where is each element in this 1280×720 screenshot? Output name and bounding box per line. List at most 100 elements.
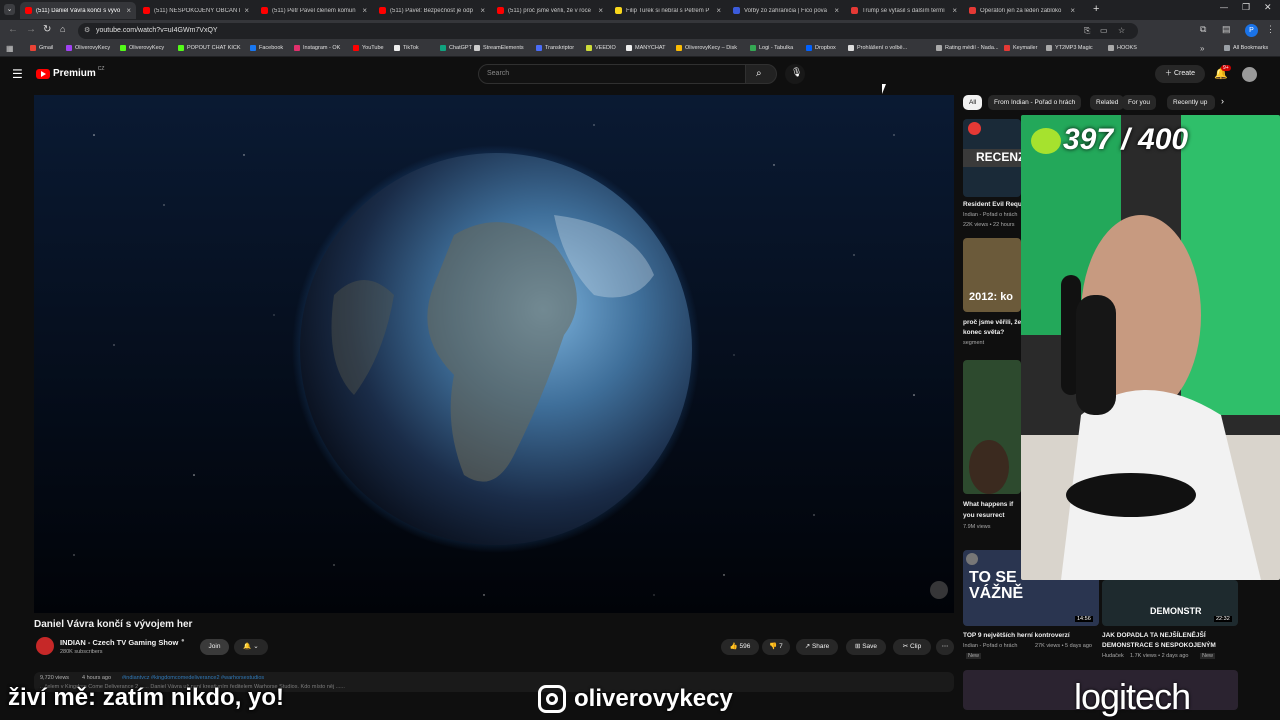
dislike-button[interactable]: 👎 7 [762, 639, 790, 655]
tab-close-icon[interactable]: × [834, 6, 839, 15]
browser-tab[interactable]: (511) Pavel: Bezpečnost je odp × [374, 2, 490, 19]
create-button[interactable]: ＋ Create [1155, 65, 1205, 83]
new-tab-button[interactable]: + [1093, 3, 1099, 15]
filter-chip[interactable]: Recently up [1167, 95, 1215, 110]
like-button[interactable]: 👍 596 [721, 639, 759, 655]
bookmark-item[interactable]: ChatGPT [440, 45, 472, 51]
bookmark-item[interactable]: VEEDIO [586, 45, 616, 51]
bookmark-star-icon[interactable]: ☆ [1118, 23, 1125, 39]
recommendation-thumb-1[interactable]: RECENZ [963, 119, 1021, 197]
video-player[interactable] [34, 95, 954, 613]
recommendation-title-1[interactable]: Resident Evil Requ [963, 201, 1022, 208]
recommendation-thumb-2[interactable]: 2012: ko [963, 238, 1021, 312]
browser-tab[interactable]: (511) Daniel Vávra končí s vývo × [20, 2, 136, 19]
bookmark-item[interactable]: Facebook [250, 45, 283, 51]
bookmark-item[interactable]: POPOUT CHAT KICK [178, 45, 240, 51]
close-window-button[interactable]: ✕ [1264, 2, 1272, 13]
filter-chip[interactable]: Related [1090, 95, 1125, 110]
bookmark-item[interactable]: Instagram - OK [294, 45, 340, 51]
browser-tab[interactable]: (511) Petr Pavel členem komun × [256, 2, 372, 19]
tab-title: (511) NESPOKOJENÝ OBČAN D [154, 7, 241, 14]
channel-watermark-icon[interactable] [930, 581, 948, 599]
bookmark-item[interactable]: Logi - Tabulka [750, 45, 793, 51]
menu-kebab-icon[interactable]: ⋮ [1266, 24, 1275, 35]
bookmark-label: Logi - Tabulka [759, 45, 794, 51]
tab-close-icon[interactable]: × [598, 6, 603, 15]
bookmark-item[interactable]: Dropbox [806, 45, 836, 51]
translate-icon[interactable]: ⎘ [1084, 23, 1090, 39]
browser-tab[interactable]: (511) proč jsme věřili, že v roce × [492, 2, 608, 19]
channel-name[interactable]: INDIAN - Czech TV Gaming Show [60, 638, 178, 647]
profile-avatar[interactable]: P [1245, 24, 1258, 37]
recommendation-thumb-3[interactable] [963, 360, 1021, 494]
back-icon[interactable]: ← [8, 24, 18, 35]
tab-close-icon[interactable]: × [716, 6, 721, 15]
minimize-button[interactable]: — [1220, 3, 1228, 12]
maximize-button[interactable]: ❐ [1242, 2, 1250, 13]
search-input[interactable]: Search [478, 64, 746, 84]
youtube-logo[interactable]: Premium CZ [36, 66, 104, 79]
home-icon[interactable]: ⌂ [60, 24, 65, 34]
reload-icon[interactable]: ↻ [43, 24, 51, 35]
recommendation-title-2[interactable]: proč jsme věřili, že [963, 319, 1021, 326]
bookmarks-overflow-icon[interactable]: » [1200, 44, 1204, 53]
tab-search-button[interactable]: ⌄ [4, 4, 15, 15]
subscribe-bell-button[interactable]: 🔔 ⌄ [234, 639, 268, 655]
filter-chip[interactable]: All [963, 95, 983, 110]
recommendation-title-3[interactable]: What happens if [963, 501, 1013, 508]
tab-close-icon[interactable]: × [362, 6, 367, 15]
hamburger-menu-icon[interactable]: ☰ [12, 67, 23, 81]
join-button[interactable]: Join [200, 639, 229, 655]
extensions-icon[interactable]: ⧉ [1200, 24, 1206, 35]
bookmark-item[interactable]: StreamElements [474, 45, 524, 51]
filter-chip[interactable]: For you [1122, 95, 1157, 110]
browser-toolbar: ← → ↻ ⌂ ⚙ youtube.com/watch?v=uI4GWm7VxQ… [0, 20, 1280, 43]
bookmark-item[interactable]: Prohlášení o volbě... [848, 45, 907, 51]
bookmark-item[interactable]: Keymailer [1004, 45, 1037, 51]
share-button[interactable]: ↗ Share [796, 639, 838, 655]
browser-tab[interactable]: (511) NESPOKOJENÝ OBČAN D × [138, 2, 254, 19]
bookmark-item[interactable]: OliverovyKecy – Disk [676, 45, 737, 51]
more-actions-button[interactable]: ⋯ [936, 639, 954, 655]
search-button[interactable]: ⌕ [745, 64, 777, 84]
cast-icon[interactable]: ▭ [1100, 23, 1108, 39]
all-bookmarks-folder[interactable]: All Bookmarks [1224, 45, 1268, 51]
bookmark-item[interactable]: YT2MP3 Magic [1046, 45, 1093, 51]
bookmark-item[interactable]: OliverovyKecy [66, 45, 110, 51]
browser-tab[interactable]: Trump se vytasil s dalším termí × [846, 2, 962, 19]
site-info-icon[interactable]: ⚙ [84, 23, 90, 39]
bookmark-item[interactable]: YouTube [353, 45, 384, 51]
browser-tab[interactable]: Filip Turek si nebral s Petrem P × [610, 2, 726, 19]
voice-search-button[interactable]: 🎙 [785, 64, 805, 84]
filter-chip[interactable]: From Indian - Pořad o hrách [988, 95, 1082, 110]
channel-avatar[interactable] [36, 637, 54, 655]
sidepanel-icon[interactable]: ▤ [1222, 24, 1231, 35]
recommendation-title-5[interactable]: JAK DOPADLA TA NEJŠÍLENĚJŠÍ [1102, 632, 1206, 639]
bookmark-item[interactable]: Rating médií - Nada... [936, 45, 999, 51]
bookmark-item[interactable]: TikTok [394, 45, 419, 51]
tab-title: Filip Turek si nebral s Petrem P [626, 7, 710, 14]
tab-close-icon[interactable]: × [244, 6, 249, 15]
tab-close-icon[interactable]: × [952, 6, 957, 15]
recommendation-title-4[interactable]: TOP 9 největších herní kontroverzí [963, 632, 1070, 639]
bookmark-item[interactable]: Gmail [30, 45, 53, 51]
bookmark-item[interactable]: HOOKS [1108, 45, 1137, 51]
clip-button[interactable]: ✂ Clip [893, 639, 931, 655]
apps-grid-icon[interactable]: ▦ [6, 44, 14, 53]
bookmark-item[interactable]: OliverovyKecy [120, 45, 164, 51]
browser-tab[interactable]: Operátoři jen za leden zabloko × [964, 2, 1080, 19]
tab-close-icon[interactable]: × [126, 6, 131, 15]
account-avatar[interactable] [1242, 67, 1257, 82]
tab-title: Trump se vytasil s dalším termí [862, 7, 945, 14]
bookmark-item[interactable]: Transkriptor [536, 45, 574, 51]
recommendation-thumb-5[interactable]: DEMONSTR 22:32 [1102, 580, 1238, 626]
address-bar[interactable]: ⚙ youtube.com/watch?v=uI4GWm7VxQY ⎘ ▭ ☆ [78, 23, 1138, 39]
save-button[interactable]: ⊞ Save [846, 639, 886, 655]
tab-close-icon[interactable]: × [1070, 6, 1075, 15]
bookmark-item[interactable]: MANYCHAT [626, 45, 665, 51]
browser-tab[interactable]: Voľby zo zahraničia | Fico pova × [728, 2, 844, 19]
forward-icon[interactable]: → [26, 24, 36, 35]
tab-close-icon[interactable]: × [480, 6, 485, 15]
chips-next-icon[interactable]: › [1221, 96, 1224, 106]
recommendation-channel-5: Hudaček [1102, 653, 1124, 659]
